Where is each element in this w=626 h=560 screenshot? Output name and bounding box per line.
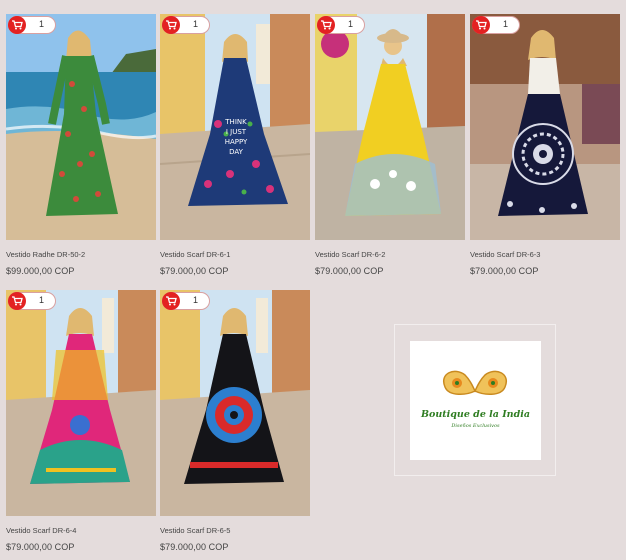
cart-icon[interactable]	[317, 16, 335, 34]
add-to-cart-button[interactable]: 1	[162, 292, 210, 310]
add-to-cart-button[interactable]: 1	[8, 16, 56, 34]
product-price: $79.000,00 COP	[6, 542, 75, 552]
product-price: $79.000,00 COP	[470, 266, 539, 276]
dress-print-text: I JUST	[226, 128, 247, 136]
product-price: $79.000,00 COP	[160, 266, 229, 276]
product-card[interactable]: 1 Vestido Radhe DR-50-2 $99.000,00 COP	[6, 14, 156, 276]
brand-name: Boutique de la India	[421, 409, 530, 420]
cart-quantity[interactable]: 1	[193, 295, 198, 305]
product-price: $79.000,00 COP	[160, 542, 229, 552]
add-to-cart-button[interactable]: 1	[162, 16, 210, 34]
product-title[interactable]: Vestido Scarf DR-6-1	[160, 250, 230, 259]
product-price: $79.000,00 COP	[315, 266, 384, 276]
product-title[interactable]: Vestido Radhe DR-50-2	[6, 250, 85, 259]
cart-icon[interactable]	[162, 292, 180, 310]
product-image[interactable]: 1	[6, 290, 156, 516]
cart-quantity[interactable]: 1	[39, 295, 44, 305]
product-title[interactable]: Vestido Scarf DR-6-2	[315, 250, 385, 259]
cart-quantity[interactable]: 1	[193, 19, 198, 29]
product-title[interactable]: Vestido Scarf DR-6-5	[160, 526, 230, 535]
product-card[interactable]: 1 Vestido Scarf DR-6-2 $79.000,00 COP	[315, 14, 465, 276]
product-image[interactable]: 1	[160, 290, 310, 516]
add-to-cart-button[interactable]: 1	[317, 16, 365, 34]
cart-quantity[interactable]: 1	[503, 19, 508, 29]
brand-tagline: Diseños Exclusivos	[451, 423, 500, 429]
cart-quantity[interactable]: 1	[348, 19, 353, 29]
cart-icon[interactable]	[162, 16, 180, 34]
product-card[interactable]: THINK I JUST HAPPY DAY 1 Vestido Scarf D…	[160, 14, 310, 276]
product-card[interactable]: 1 Vestido Scarf DR-6-3 $79.000,00 COP	[470, 14, 620, 276]
product-price: $99.000,00 COP	[6, 266, 75, 276]
product-title[interactable]: Vestido Scarf DR-6-3	[470, 250, 540, 259]
dress-print-text: THINK	[224, 118, 247, 126]
product-image[interactable]: 1	[6, 14, 156, 240]
cart-icon[interactable]	[8, 16, 26, 34]
product-image[interactable]: THINK I JUST HAPPY DAY 1	[160, 14, 310, 240]
product-image[interactable]: 1	[470, 14, 620, 240]
product-card[interactable]: 1 Vestido Scarf DR-6-5 $79.000,00 COP	[160, 290, 310, 552]
cart-icon[interactable]	[472, 16, 490, 34]
add-to-cart-button[interactable]: 1	[472, 16, 520, 34]
cart-icon[interactable]	[8, 292, 26, 310]
product-image[interactable]: 1	[315, 14, 465, 240]
add-to-cart-button[interactable]: 1	[8, 292, 56, 310]
dress-print-text: DAY	[229, 148, 244, 156]
dress-print-text: HAPPY	[225, 138, 248, 146]
paisley-logo-icon	[442, 370, 508, 395]
product-card[interactable]: 1 Vestido Scarf DR-6-4 $79.000,00 COP	[6, 290, 156, 552]
brand-logo: Boutique de la India Diseños Exclusivos	[410, 341, 541, 460]
brand-logo-tile: Boutique de la India Diseños Exclusivos	[394, 324, 556, 476]
cart-quantity[interactable]: 1	[39, 19, 44, 29]
product-title[interactable]: Vestido Scarf DR-6-4	[6, 526, 76, 535]
